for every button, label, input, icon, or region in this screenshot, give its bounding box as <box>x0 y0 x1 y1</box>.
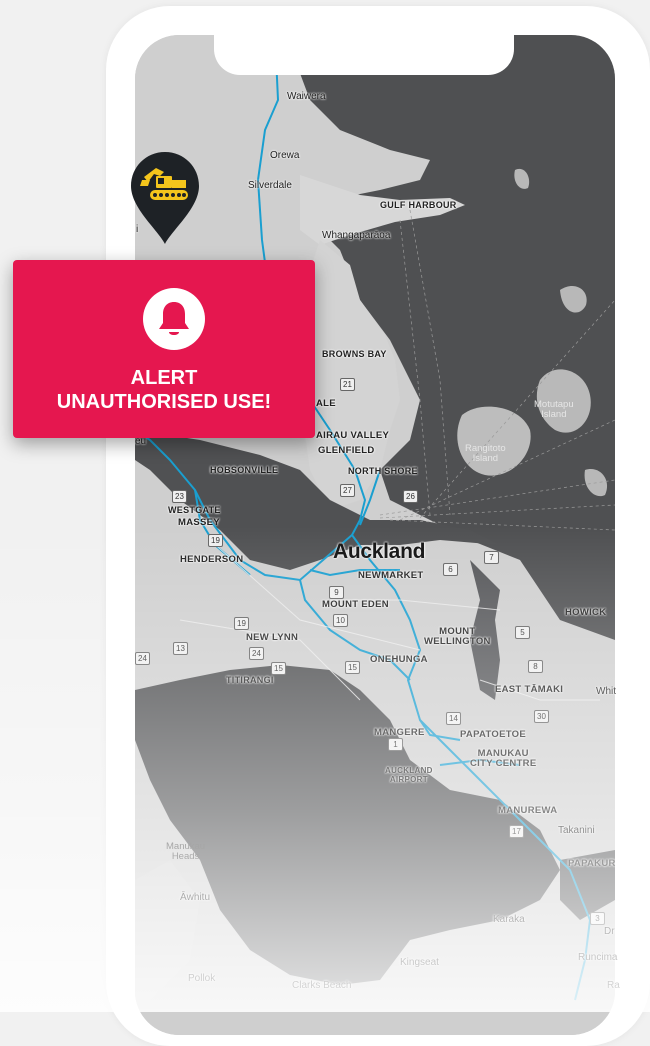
place-label: Runcima <box>578 952 618 963</box>
place-label: Whit <box>596 686 616 697</box>
alert-icon-circle <box>143 288 205 350</box>
route-shield: 1 <box>388 738 403 751</box>
place-label: Manukau Heads <box>166 841 206 862</box>
place-label: HENDERSON <box>180 554 244 565</box>
route-shield: 21 <box>340 378 355 391</box>
route-shield: 3 <box>590 912 605 925</box>
route-shield: 19 <box>234 617 249 630</box>
route-shield: 7 <box>484 551 499 564</box>
place-label: Ra <box>607 980 620 991</box>
place-label: Kingseat <box>400 957 439 968</box>
place-label: GULF HARBOUR <box>380 200 457 210</box>
place-label: Whangaparāoa <box>322 230 391 241</box>
place-label: ONEHUNGA <box>370 654 428 665</box>
place-label: EAST TĀMAKI <box>495 684 564 695</box>
route-shield: 19 <box>208 534 223 547</box>
route-shield: 14 <box>446 712 461 725</box>
place-label: MANUKAU CITY CENTRE <box>470 748 537 769</box>
alert-title-line2: UNAUTHORISED USE! <box>56 391 272 413</box>
place-label: Orewa <box>270 150 300 161</box>
place-label: MOUNT WELLINGTON <box>424 626 491 647</box>
place-label: Silverdale <box>248 180 292 191</box>
place-label: Pollok <box>188 973 216 984</box>
alert-title-line1: ALERT <box>130 367 198 389</box>
bell-icon <box>159 302 189 335</box>
place-label: ALE <box>316 398 336 409</box>
place-label: TITIRANGI <box>226 675 274 685</box>
route-shield: 24 <box>135 652 150 665</box>
place-label: Dr <box>604 926 615 937</box>
route-shield: 5 <box>515 626 530 639</box>
unauthorised-use-alert[interactable]: ALERT UNAUTHORISED USE! <box>13 260 315 438</box>
place-label: Āwhitu <box>180 892 211 903</box>
route-shield: 27 <box>340 484 355 497</box>
city-label: Auckland <box>333 540 426 563</box>
place-label: Takanini <box>558 825 595 836</box>
excavator-marker[interactable] <box>128 150 202 246</box>
phone-notch <box>214 35 514 75</box>
place-label: MOUNT EDEN <box>322 599 389 610</box>
place-label: Clarks Beach <box>292 980 352 991</box>
place-label: Karaka <box>493 914 525 925</box>
map-pin-icon <box>131 152 199 244</box>
place-label: NORTH SHORE <box>348 466 418 476</box>
route-shield: 17 <box>509 825 524 838</box>
place-label: Motutapu Island <box>534 399 574 420</box>
place-label: Rangitoto Island <box>465 443 506 464</box>
place-label: NEW LYNN <box>246 632 299 643</box>
route-shield: 8 <box>528 660 543 673</box>
route-shield: 26 <box>403 490 418 503</box>
place-label: PAPATOETOE <box>460 729 526 740</box>
route-shield: 24 <box>249 647 264 660</box>
place-label: MASSEY <box>178 517 220 528</box>
route-shield: 6 <box>443 563 458 576</box>
place-label: AIRAU VALLEY <box>316 430 390 441</box>
place-label: BROWNS BAY <box>322 349 387 359</box>
place-label: Waiwera <box>287 91 326 102</box>
place-label: NEWMARKET <box>358 570 424 581</box>
place-label: HOWICK <box>565 607 607 618</box>
place-label: WESTGATE <box>168 505 221 515</box>
place-label: MANGERE <box>374 727 425 738</box>
place-label: PAPAKUR <box>568 858 616 869</box>
map-view[interactable] <box>135 35 615 1035</box>
route-shield: 13 <box>173 642 188 655</box>
route-shield: 9 <box>329 586 344 599</box>
map-canvas[interactable] <box>135 35 615 1035</box>
place-label: GLENFIELD <box>318 445 375 456</box>
place-label: AUCKLAND AIRPORT <box>385 766 433 784</box>
place-label: HOBSONVILLE <box>210 465 279 475</box>
place-label: MANUREWA <box>498 805 558 816</box>
route-shield: 23 <box>172 490 187 503</box>
route-shield: 30 <box>534 710 549 723</box>
route-shield: 15 <box>271 662 286 675</box>
route-shield: 10 <box>333 614 348 627</box>
route-shield: 15 <box>345 661 360 674</box>
